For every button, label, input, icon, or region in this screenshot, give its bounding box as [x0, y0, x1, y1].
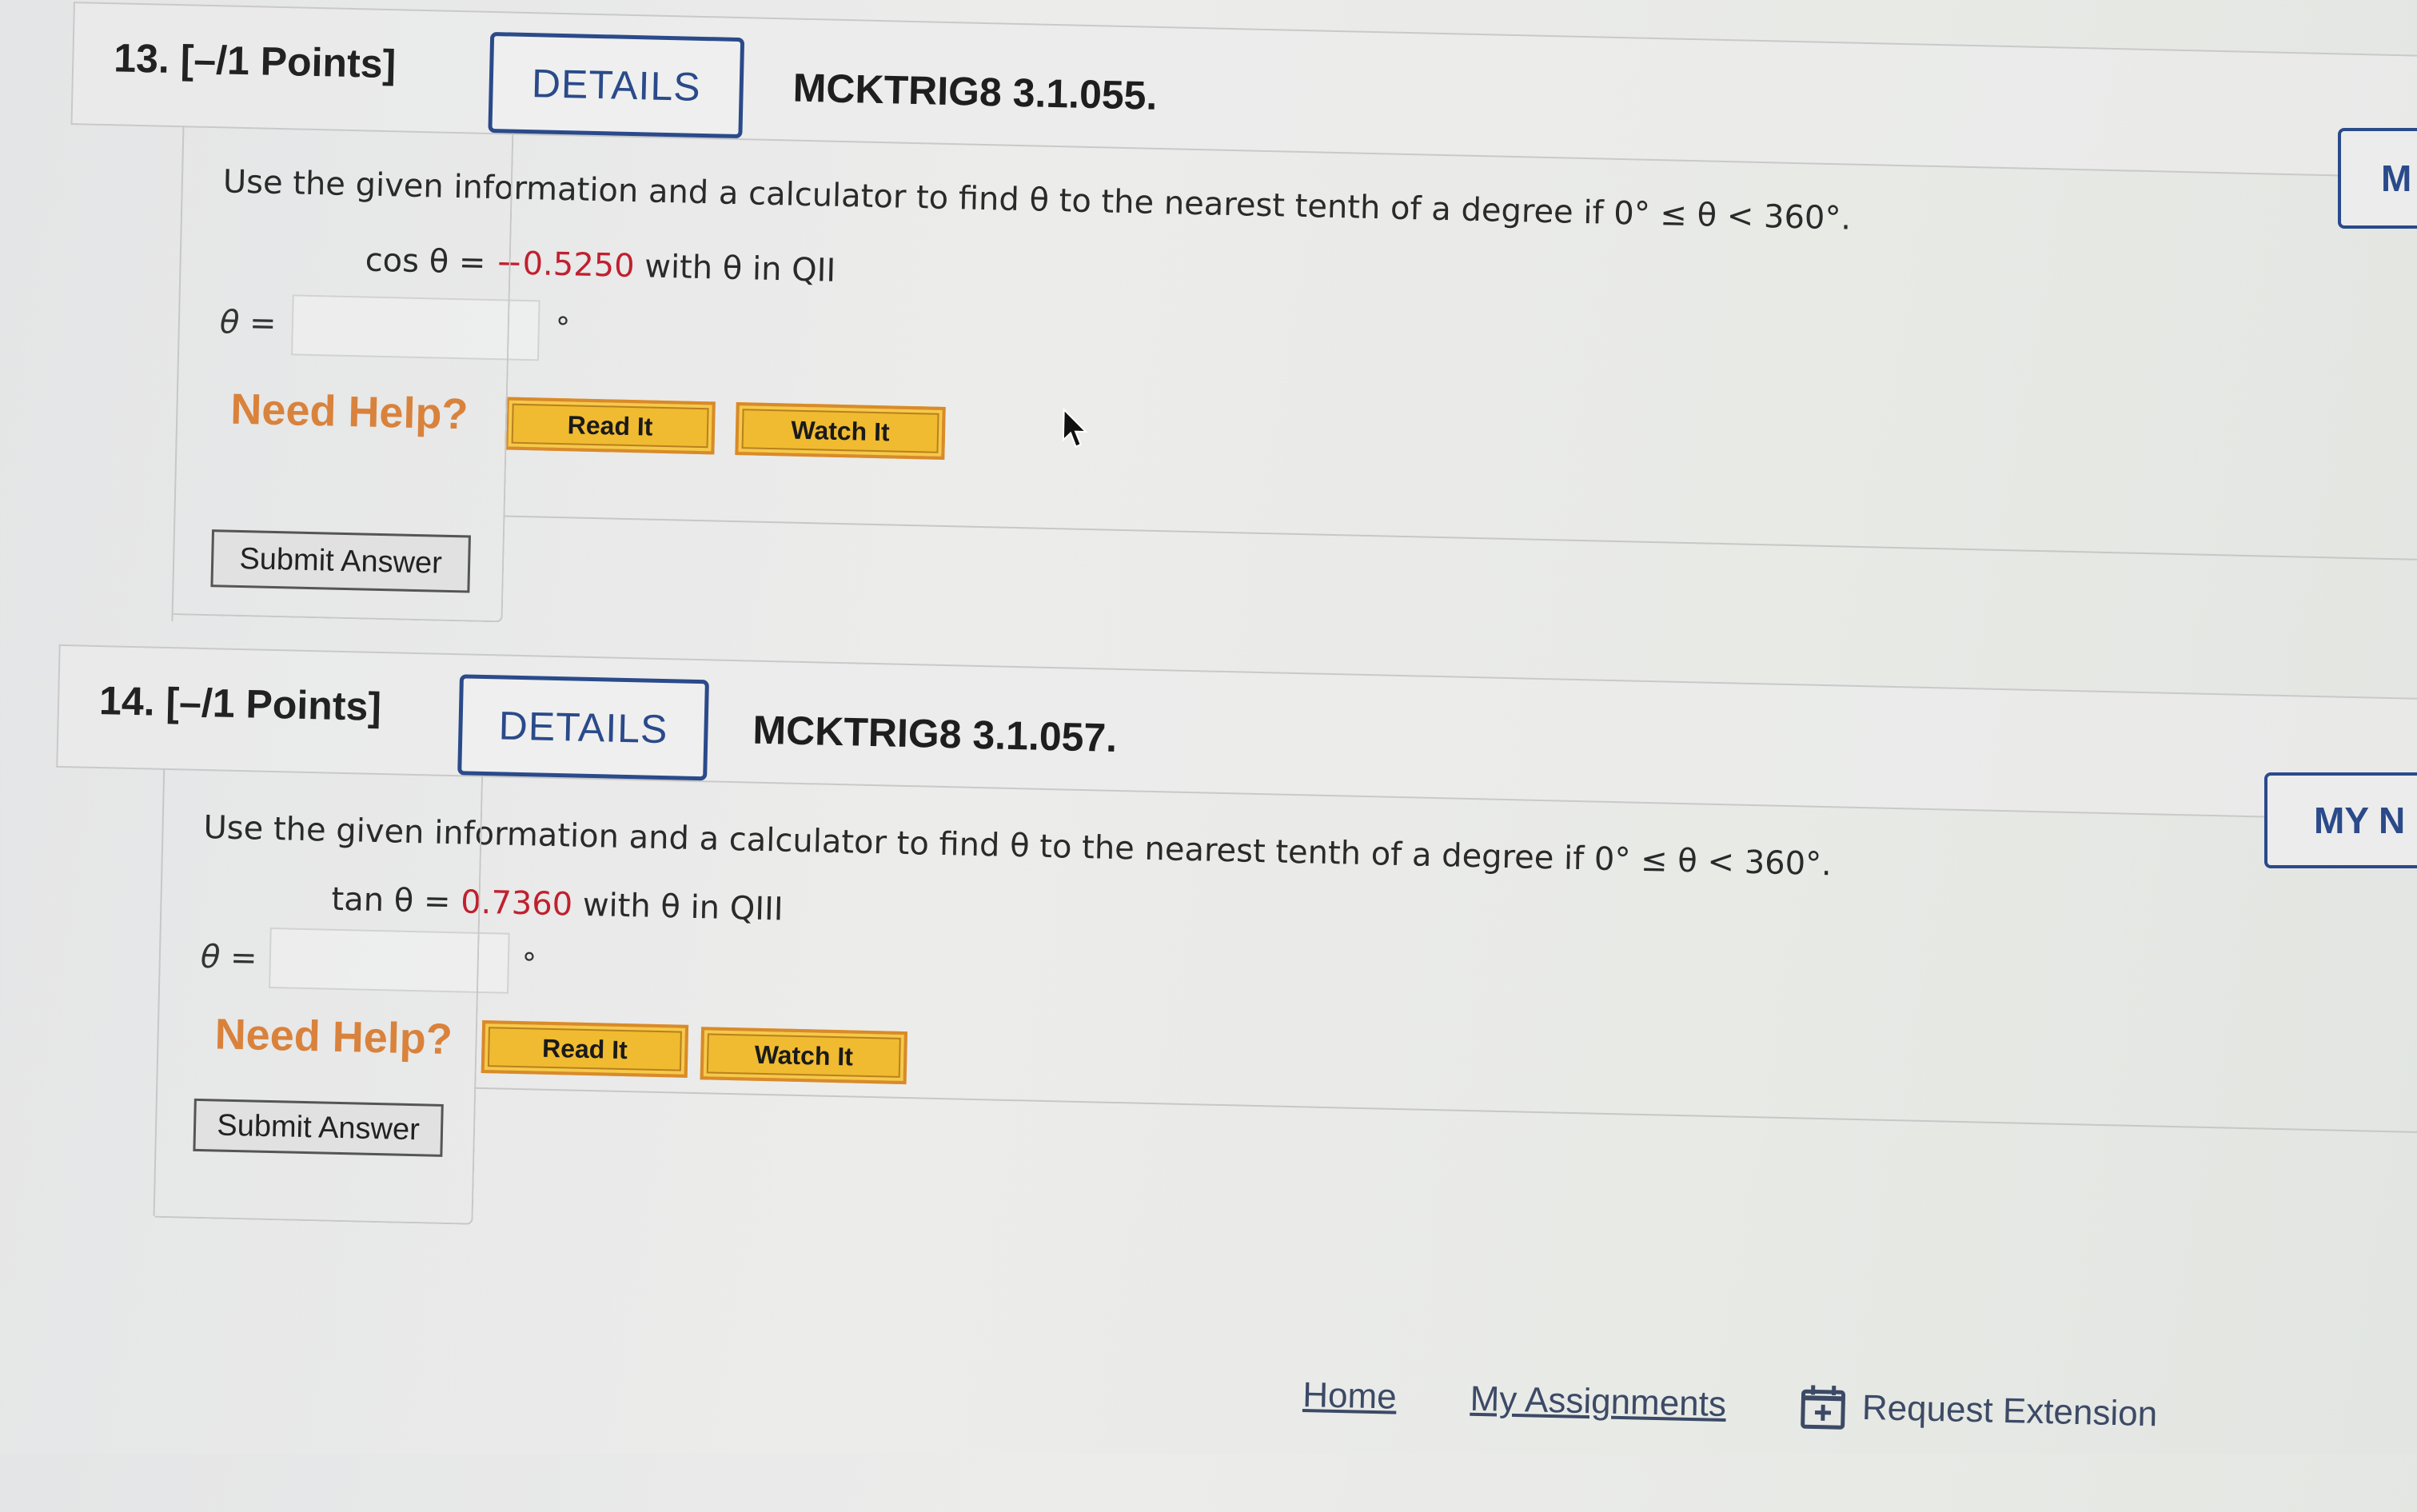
given-quadrant: with θ in QIII: [572, 887, 784, 928]
question-code: MCKTRIG8 3.1.057.: [752, 707, 1118, 761]
given-value: −0.5250: [496, 245, 635, 285]
page: 13. [–/1 Points] DETAILS MCKTRIG8 3.1.05…: [0, 0, 2416, 1508]
divider: [503, 515, 2417, 564]
side-tab-label: MY N: [2314, 799, 2405, 842]
home-link[interactable]: Home: [1302, 1375, 1397, 1418]
question-14-body: Use the given information and a calculat…: [154, 768, 2417, 1269]
side-tab-m[interactable]: M: [2338, 128, 2417, 229]
divider: [474, 1087, 2417, 1136]
request-extension-link[interactable]: Request Extension: [1799, 1383, 2158, 1438]
mouse-cursor-icon: [1062, 408, 1090, 450]
calendar-plus-icon: [1799, 1383, 1846, 1430]
read-it-button[interactable]: Read It: [481, 1020, 688, 1078]
degree-unit: °: [521, 947, 536, 980]
question-number-points: 13. [–/1 Points]: [114, 34, 397, 87]
details-button[interactable]: DETAILS: [488, 32, 744, 138]
read-it-button[interactable]: Read It: [505, 397, 715, 454]
side-tab-my-notes[interactable]: MY N: [2264, 772, 2417, 868]
watch-it-button[interactable]: Watch It: [735, 402, 945, 460]
my-assignments-link[interactable]: My Assignments: [1470, 1379, 1726, 1425]
degree-unit: °: [555, 312, 570, 345]
request-extension-label: Request Extension: [1861, 1388, 2157, 1434]
submit-answer-button[interactable]: Submit Answer: [193, 1099, 443, 1157]
question-13-body: Use the given information and a calculat…: [171, 126, 2417, 674]
side-tab-label: M: [2381, 157, 2411, 200]
question-code: MCKTRIG8 3.1.055.: [792, 65, 1158, 119]
given-quadrant: with θ in QII: [634, 248, 836, 289]
submit-answer-button[interactable]: Submit Answer: [210, 529, 471, 592]
details-button[interactable]: DETAILS: [457, 674, 709, 780]
watch-it-button[interactable]: Watch It: [700, 1027, 907, 1084]
question-number-points: 14. [–/1 Points]: [98, 677, 381, 730]
